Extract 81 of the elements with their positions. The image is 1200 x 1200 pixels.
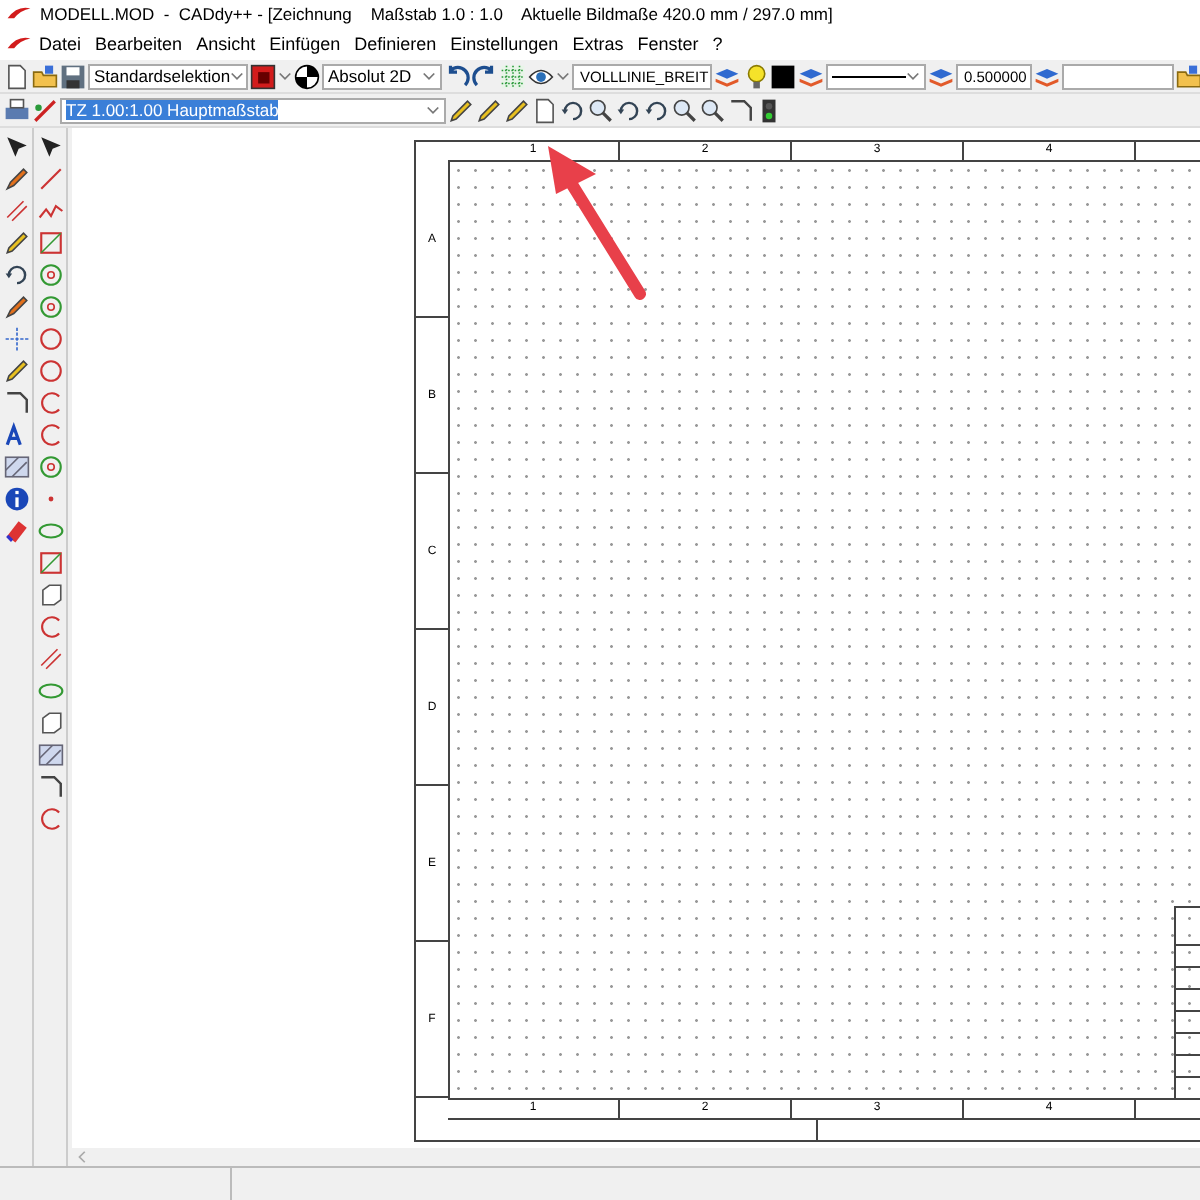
menu-item[interactable]: Bearbeiten	[88, 34, 190, 54]
window-title: MODELL.MOD - CADdy++ - [Zeichnung Maßstab 1.0 : 1.0 Aktuelle Bildmaße 420.0 mm / 297.0 mm]	[40, 4, 833, 24]
pencil-icon[interactable]	[3, 230, 29, 256]
light-bulb-icon[interactable]	[742, 63, 768, 89]
folder-icon[interactable]	[1176, 63, 1200, 89]
line-style-dropdown[interactable]	[826, 63, 926, 89]
parallel-lines-icon[interactable]	[37, 646, 63, 672]
printer-icon[interactable]	[4, 97, 30, 123]
menu-item[interactable]: Ansicht	[189, 34, 263, 54]
arc-icon[interactable]	[37, 390, 63, 416]
dropdown-value: Standardselektion	[94, 66, 231, 86]
ball-icon[interactable]	[294, 63, 320, 89]
magnifier-icon[interactable]	[672, 97, 698, 123]
circle-icon[interactable]	[37, 262, 63, 288]
eraser-icon[interactable]	[3, 518, 29, 544]
line-sample	[832, 75, 906, 77]
ellipse-icon[interactable]	[37, 518, 63, 544]
caret-icon[interactable]	[426, 103, 440, 117]
menu-item[interactable]: Fenster	[630, 34, 706, 54]
hatch-icon[interactable]	[37, 742, 63, 768]
pointer-icon[interactable]	[3, 134, 29, 160]
rotate-icon[interactable]	[616, 97, 642, 123]
text-field[interactable]	[1062, 63, 1174, 89]
rectangle-icon[interactable]	[37, 550, 63, 576]
line-icon[interactable]	[37, 166, 63, 192]
pointer-icon[interactable]	[37, 134, 63, 160]
new-document-icon[interactable]	[532, 97, 558, 123]
hatch-icon[interactable]	[3, 454, 29, 480]
caret-icon[interactable]	[906, 69, 920, 83]
caret-icon[interactable]	[556, 69, 570, 83]
pencil-icon[interactable]	[476, 97, 502, 123]
box-icon[interactable]	[37, 582, 63, 608]
arc-icon[interactable]	[37, 806, 63, 832]
menu-item[interactable]: ?	[705, 34, 730, 54]
layers-icon[interactable]	[798, 63, 824, 89]
menu-item[interactable]: Extras	[565, 34, 631, 54]
layer-dropdown[interactable]: TZ 1.00:1.00 Hauptmaßstab	[60, 97, 446, 123]
rotate-icon[interactable]	[560, 97, 586, 123]
circle-icon[interactable]	[37, 454, 63, 480]
corner-icon[interactable]	[728, 97, 754, 123]
undo-icon[interactable]	[444, 63, 470, 89]
circle-icon[interactable]	[37, 326, 63, 352]
corner-icon[interactable]	[3, 390, 29, 416]
layers-icon[interactable]	[928, 63, 954, 89]
magnifier-icon[interactable]	[588, 97, 614, 123]
rotate-icon[interactable]	[3, 262, 29, 288]
corner-icon[interactable]	[37, 774, 63, 800]
menu-item[interactable]: Einstellungen	[443, 34, 566, 54]
menu-item[interactable]: Datei	[32, 34, 89, 54]
color-swatch-icon[interactable]	[770, 63, 796, 89]
arc-icon[interactable]	[37, 614, 63, 640]
rotate-icon[interactable]	[644, 97, 670, 123]
pen-icon[interactable]	[3, 166, 29, 192]
selection-dropdown[interactable]: Standardselektion	[88, 63, 248, 89]
caret-icon[interactable]	[422, 69, 436, 83]
ellipse-icon[interactable]	[37, 678, 63, 704]
circle-icon[interactable]	[37, 358, 63, 384]
caret-icon[interactable]	[278, 69, 292, 83]
square-icon[interactable]	[250, 63, 276, 89]
redo-icon[interactable]	[472, 63, 498, 89]
info-icon[interactable]	[3, 486, 29, 512]
parallel-lines-icon[interactable]	[3, 198, 29, 224]
layers-icon[interactable]	[714, 63, 740, 89]
coordinate-dropdown[interactable]: Absolut 2D	[322, 63, 442, 89]
pencil-icon[interactable]	[448, 97, 474, 123]
line-icon[interactable]	[32, 97, 58, 123]
folder-icon[interactable]	[32, 63, 58, 89]
layer-name: TZ 1.00:1.00 Hauptmaßstab	[66, 100, 279, 120]
arc-icon[interactable]	[37, 422, 63, 448]
caret-icon[interactable]	[230, 69, 245, 83]
box-icon[interactable]	[37, 710, 63, 736]
pen-icon[interactable]	[3, 294, 29, 320]
dropdown-value: Absolut 2D	[328, 66, 412, 86]
rectangle-icon[interactable]	[37, 230, 63, 256]
pencil-icon[interactable]	[3, 358, 29, 384]
menu-item[interactable]: Einfügen	[262, 34, 348, 54]
magnifier-icon[interactable]	[700, 97, 726, 123]
layers-icon[interactable]	[1034, 63, 1060, 89]
circle-icon[interactable]	[37, 294, 63, 320]
pencil-icon[interactable]	[504, 97, 530, 123]
menu-item[interactable]: Definieren	[347, 34, 444, 54]
